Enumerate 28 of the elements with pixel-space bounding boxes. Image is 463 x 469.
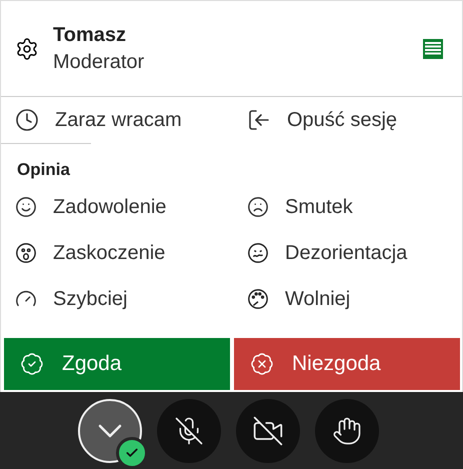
smile-icon <box>15 196 37 218</box>
feedback-menu-item[interactable]: Dezorientacja <box>247 230 462 276</box>
camera-off-icon <box>252 414 284 446</box>
status-menu-item[interactable]: Zaraz wracam <box>15 97 247 143</box>
surprised-face-icon <box>15 242 37 264</box>
badge-check-icon <box>20 352 44 376</box>
status-menu-item[interactable]: Opuść sesję <box>247 97 462 143</box>
clock-icon <box>15 108 39 132</box>
feedback-menu-item[interactable]: Zadowolenie <box>15 184 247 230</box>
door-arrow-icon <box>247 108 271 132</box>
list-icon[interactable] <box>422 38 444 60</box>
disagree-button[interactable]: Niezgoda <box>234 338 460 390</box>
feedback-menu-item[interactable]: Szybciej <box>15 276 247 322</box>
feedback-menu-item[interactable]: Zaskoczenie <box>15 230 247 276</box>
mic-off-icon <box>174 416 204 446</box>
feedback-menu-item[interactable]: Smutek <box>247 184 462 230</box>
badge-x-icon <box>250 352 274 376</box>
gauge-icon <box>247 288 269 310</box>
agree-button[interactable]: Zgoda <box>4 338 230 390</box>
settings-icon[interactable] <box>15 36 39 60</box>
feedback-menu-item[interactable]: Wolniej <box>247 276 462 322</box>
user-role: Moderator <box>53 50 146 74</box>
confused-face-icon <box>247 242 269 264</box>
hand-icon <box>332 416 362 446</box>
user-name: Tomasz <box>53 24 127 46</box>
section-heading: Opinia <box>16 159 71 181</box>
frown-icon <box>247 196 269 218</box>
check-icon <box>125 446 139 460</box>
